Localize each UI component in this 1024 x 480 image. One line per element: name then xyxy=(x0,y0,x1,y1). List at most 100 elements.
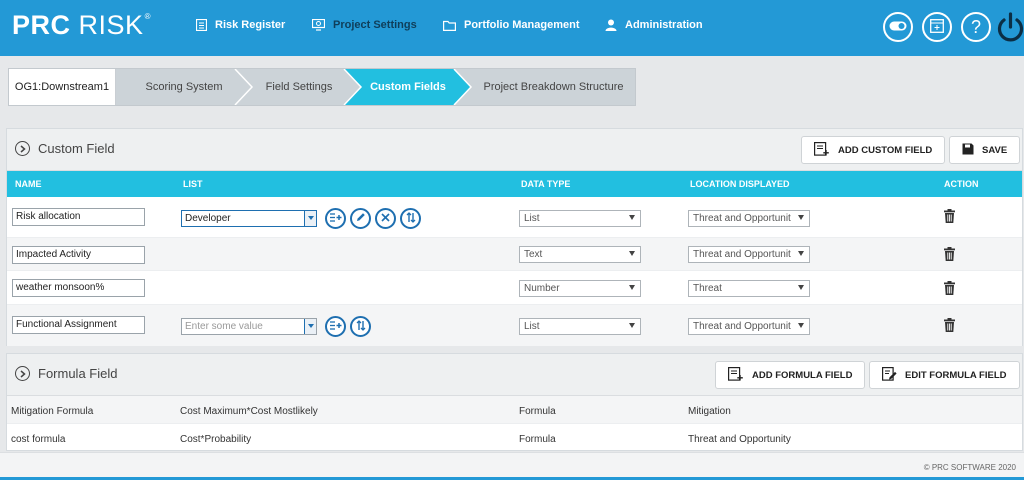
save-icon xyxy=(962,143,974,158)
field-name-input[interactable]: Impacted Activity xyxy=(12,246,145,264)
help-button[interactable]: ? xyxy=(961,12,991,42)
help-icon: ? xyxy=(970,16,981,37)
add-list-icon xyxy=(329,320,342,333)
add-formula-field-button[interactable]: ADD FORMULA FIELD xyxy=(715,361,866,389)
sort-list-button[interactable] xyxy=(350,316,371,337)
trash-icon xyxy=(944,318,955,335)
panel-title-text: Formula Field xyxy=(38,366,118,381)
folder-icon xyxy=(443,20,456,31)
edit-formula-field-button[interactable]: EDIT FORMULA FIELD xyxy=(869,361,1020,389)
formula-field-header: Formula Field ADD FORMULA FIELD EDIT FOR… xyxy=(7,354,1022,396)
caret-down-icon xyxy=(798,323,804,328)
formula-location: Mitigation xyxy=(688,406,731,417)
breadcrumb-custom-fields[interactable]: Custom Fields xyxy=(359,69,457,105)
custom-field-header: Custom Field ADD CUSTOM FIELD SAVE xyxy=(7,129,1022,171)
data-type-select[interactable]: List xyxy=(519,318,641,335)
column-header-data-type: DATA TYPE xyxy=(521,179,571,189)
table-row: Impacted Activity Text Threat and Opport… xyxy=(7,238,1022,271)
formula-expression: Cost Maximum*Cost Mostlikely xyxy=(180,406,318,417)
delete-row-button[interactable] xyxy=(944,281,955,298)
data-type-select[interactable]: Number xyxy=(519,280,641,297)
location-select[interactable]: Threat and Opportunit xyxy=(688,246,810,263)
sort-icon xyxy=(406,211,416,226)
column-header-name: NAME xyxy=(15,179,42,189)
list-select[interactable]: Developer xyxy=(181,210,317,227)
sort-list-button[interactable] xyxy=(400,208,421,229)
table-row: weather monsoon% Number Threat xyxy=(7,271,1022,305)
registered-mark: ® xyxy=(144,12,151,21)
caret-down-icon xyxy=(798,215,804,220)
breadcrumb: OG1:Downstream1 Scoring System Field Set… xyxy=(8,68,636,106)
select-value: Threat and Opportunit xyxy=(693,213,791,224)
list-select-placeholder: Enter some value xyxy=(185,321,263,332)
user-icon xyxy=(605,19,617,31)
formula-field-title[interactable]: Formula Field xyxy=(15,366,117,381)
formula-expression: Cost*Probability xyxy=(180,434,252,445)
nav-portfolio-management[interactable]: Portfolio Management xyxy=(443,19,580,31)
nav-project-settings[interactable]: Project Settings xyxy=(312,19,417,31)
custom-field-title[interactable]: Custom Field xyxy=(15,141,115,156)
location-select[interactable]: Threat and Opportunit xyxy=(688,318,810,335)
breadcrumb-field-settings[interactable]: Field Settings xyxy=(249,69,349,105)
toggle-icon xyxy=(889,21,907,34)
chevron-right-icon xyxy=(15,141,30,156)
breadcrumb-scoring-system[interactable]: Scoring System xyxy=(119,69,249,105)
location-select[interactable]: Threat and Opportunit xyxy=(688,210,810,227)
add-list-icon xyxy=(728,366,744,384)
select-value: Threat and Opportunit xyxy=(693,249,791,260)
formula-field-panel: Formula Field ADD FORMULA FIELD EDIT FOR… xyxy=(6,353,1023,451)
button-label: ADD CUSTOM FIELD xyxy=(838,144,933,156)
formula-data-type: Formula xyxy=(519,406,556,417)
remove-list-item-button[interactable] xyxy=(375,208,396,229)
power-icon xyxy=(997,12,1024,45)
list-select[interactable]: Enter some value xyxy=(181,318,317,335)
select-value: List xyxy=(524,213,540,224)
data-type-select[interactable]: Text xyxy=(519,246,641,263)
caret-down-icon xyxy=(798,285,804,290)
delete-row-button[interactable] xyxy=(944,247,955,264)
sort-icon xyxy=(356,319,366,334)
delete-row-button[interactable] xyxy=(944,209,955,226)
caret-down-icon xyxy=(629,215,635,220)
nav-risk-register[interactable]: Risk Register xyxy=(196,19,285,31)
breadcrumb-project-breakdown-structure[interactable]: Project Breakdown Structure xyxy=(471,69,636,105)
nav-administration[interactable]: Administration xyxy=(605,19,703,31)
field-name-input[interactable]: weather monsoon% xyxy=(12,279,145,297)
select-value: List xyxy=(524,321,540,332)
list-select-value: Developer xyxy=(185,213,231,224)
calculator-button[interactable] xyxy=(922,12,952,42)
formula-name: Mitigation Formula xyxy=(11,406,94,417)
column-header-list: LIST xyxy=(183,179,203,189)
add-list-item-button[interactable] xyxy=(325,316,346,337)
select-value: Text xyxy=(524,249,543,260)
data-type-select[interactable]: List xyxy=(519,210,641,227)
save-button[interactable]: SAVE xyxy=(949,136,1021,164)
chevron-right-icon xyxy=(15,366,30,381)
field-name-input[interactable]: Risk allocation xyxy=(12,208,145,226)
add-list-item-button[interactable] xyxy=(325,208,346,229)
top-navigation-bar: PRC RISK® Risk Register Project Settings… xyxy=(0,0,1024,56)
location-select[interactable]: Threat xyxy=(688,280,810,297)
logo-text: RISK xyxy=(78,10,144,40)
select-value: Threat xyxy=(693,283,722,294)
field-name-input[interactable]: Functional Assignment xyxy=(12,316,145,334)
select-value: Threat and Opportunit xyxy=(693,321,791,332)
calculator-icon xyxy=(930,18,944,36)
delete-row-button[interactable] xyxy=(944,318,955,335)
logout-button[interactable] xyxy=(997,12,1024,44)
custom-field-panel: Custom Field ADD CUSTOM FIELD SAVE NAME … xyxy=(6,128,1023,346)
app-logo[interactable]: PRC RISK® xyxy=(12,10,151,41)
formula-name: cost formula xyxy=(11,434,66,445)
add-custom-field-button[interactable]: ADD CUSTOM FIELD xyxy=(801,136,946,164)
nav-label: Project Settings xyxy=(333,19,417,31)
caret-down-icon xyxy=(629,251,635,256)
toggle-view-button[interactable] xyxy=(883,12,913,42)
edit-list-item-button[interactable] xyxy=(350,208,371,229)
register-icon xyxy=(196,19,207,31)
footer: © PRC SOFTWARE 2020 xyxy=(0,452,1024,478)
column-header-location: LOCATION DISPLAYED xyxy=(690,179,790,189)
copyright-text: © PRC SOFTWARE 2020 xyxy=(923,463,1016,472)
close-icon xyxy=(381,212,390,225)
formula-data-type: Formula xyxy=(519,434,556,445)
settings-monitor-icon xyxy=(312,19,325,31)
